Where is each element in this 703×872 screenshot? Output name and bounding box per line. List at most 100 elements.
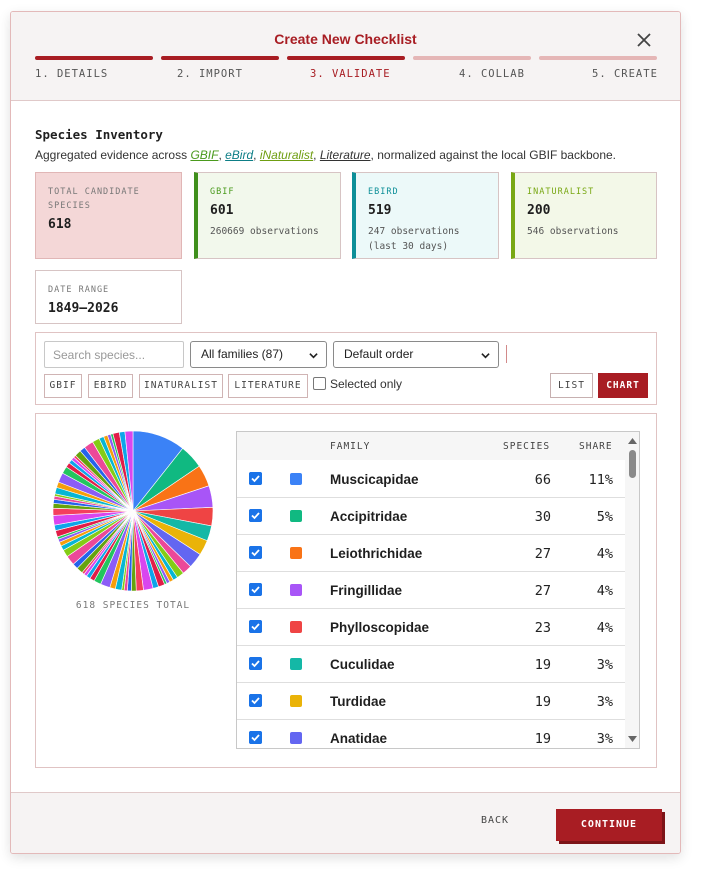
row-species: 66: [534, 472, 551, 488]
scrollbar-thumb[interactable]: [629, 450, 636, 478]
table-row[interactable]: Muscicapidae 66 11%: [237, 461, 625, 498]
section-title: Species Inventory: [35, 127, 163, 142]
row-share: 4%: [596, 546, 613, 562]
scroll-up-icon[interactable]: [628, 437, 637, 444]
row-species: 27: [534, 583, 551, 599]
selected-only-checkbox[interactable]: [313, 377, 326, 390]
source-toggle-inaturalist[interactable]: INATURALIST: [139, 374, 223, 398]
chart-view-button[interactable]: CHART: [598, 373, 648, 398]
row-family: Cuculidae: [330, 657, 395, 672]
table-row[interactable]: Turdidae 19 3%: [237, 683, 625, 720]
row-share: 4%: [596, 620, 613, 636]
section-description: Aggregated evidence across GBIF, eBird , …: [35, 148, 616, 162]
back-button[interactable]: BACK: [481, 815, 509, 826]
color-swatch: [290, 621, 302, 633]
source-toggle-literature[interactable]: LITERATURE: [228, 374, 308, 398]
literature-link[interactable]: Literature: [320, 148, 371, 162]
gbif-link[interactable]: GBIF: [190, 148, 218, 162]
order-select-value: Default order: [344, 347, 414, 361]
row-share: 3%: [596, 657, 613, 673]
row-family: Muscicapidae: [330, 472, 419, 487]
row-share: 5%: [596, 509, 613, 525]
table-header: FAMILY SPECIES SHARE: [237, 432, 625, 460]
desc-sep: ,: [313, 148, 320, 162]
row-family: Leiothrichidae: [330, 546, 423, 561]
row-share: 3%: [596, 731, 613, 747]
list-view-button[interactable]: LIST: [550, 373, 593, 398]
inaturalist-link[interactable]: iNaturalist: [260, 148, 313, 162]
chart-panel: 618 SPECIES TOTAL FAMILY SPECIES SHARE M…: [35, 413, 657, 768]
card-value: 618: [48, 217, 72, 232]
search-input[interactable]: [44, 341, 184, 368]
ebird-link[interactable]: eBird: [225, 148, 253, 162]
row-share: 3%: [596, 694, 613, 710]
card-label: EBIRD: [368, 187, 399, 197]
row-family: Phylloscopidae: [330, 620, 430, 635]
row-species: 27: [534, 546, 551, 562]
source-toggle-ebird[interactable]: EBIRD: [88, 374, 133, 398]
table-row[interactable]: Cuculidae 19 3%: [237, 646, 625, 683]
row-family: Accipitridae: [330, 509, 408, 524]
scroll-down-icon[interactable]: [628, 736, 637, 743]
row-checkbox[interactable]: [249, 694, 262, 707]
table-row[interactable]: Phylloscopidae 23 4%: [237, 609, 625, 646]
row-species: 19: [534, 731, 551, 747]
dialog-header: Create New Checklist 1. DETAILS 2. IMPOR…: [11, 12, 680, 101]
desc-suffix: , normalized against the local GBIF back…: [370, 148, 617, 162]
close-icon[interactable]: [635, 31, 653, 49]
table-row[interactable]: Leiothrichidae 27 4%: [237, 535, 625, 572]
card-value: 1849–2026: [48, 301, 119, 316]
row-species: 19: [534, 694, 551, 710]
row-checkbox[interactable]: [249, 620, 262, 633]
family-select[interactable]: All families (87): [190, 341, 327, 368]
selected-only-toggle[interactable]: Selected only: [313, 377, 402, 391]
table-row[interactable]: Fringillidae 27 4%: [237, 572, 625, 609]
table-row[interactable]: Accipitridae 30 5%: [237, 498, 625, 535]
desc-sep: ,: [253, 148, 260, 162]
step-create[interactable]: 5. CREATE: [539, 56, 657, 86]
step-bar: [287, 56, 405, 60]
create-checklist-dialog: Create New Checklist 1. DETAILS 2. IMPOR…: [10, 11, 681, 854]
row-checkbox[interactable]: [249, 731, 262, 744]
inaturalist-card: INATURALIST 200 546 observations: [511, 172, 657, 259]
color-swatch: [290, 695, 302, 707]
step-details[interactable]: 1. DETAILS: [35, 56, 153, 86]
color-swatch: [290, 473, 302, 485]
row-checkbox[interactable]: [249, 546, 262, 559]
step-validate[interactable]: 3. VALIDATE: [287, 56, 405, 86]
step-bar: [161, 56, 279, 60]
row-species: 19: [534, 657, 551, 673]
color-swatch: [290, 547, 302, 559]
table-scrollbar[interactable]: [625, 432, 639, 748]
row-checkbox[interactable]: [249, 509, 262, 522]
step-import[interactable]: 2. IMPORT: [161, 56, 279, 86]
color-swatch: [290, 732, 302, 744]
step-label: 5. CREATE: [592, 68, 658, 80]
row-checkbox[interactable]: [249, 657, 262, 670]
row-share: 11%: [588, 472, 613, 488]
chevron-down-icon: [309, 353, 318, 359]
card-note: 546 observations: [527, 226, 619, 237]
step-collab[interactable]: 4. COLLAB: [413, 56, 531, 86]
gbif-card: GBIF 601 260669 observations: [194, 172, 341, 259]
row-species: 30: [534, 509, 551, 525]
row-checkbox[interactable]: [249, 472, 262, 485]
card-note: 260669 observations: [210, 226, 319, 237]
order-select[interactable]: Default order: [333, 341, 499, 368]
pie-total-label: 618 SPECIES TOTAL: [75, 600, 191, 611]
card-value: 519: [368, 203, 392, 218]
table-row[interactable]: Anatidae 19 3%: [237, 720, 625, 748]
row-checkbox[interactable]: [249, 583, 262, 596]
source-toggle-gbif[interactable]: GBIF: [44, 374, 82, 398]
col-share: SHARE: [579, 441, 613, 452]
step-bar: [35, 56, 153, 60]
family-pie-chart: [52, 430, 214, 592]
color-swatch: [290, 510, 302, 522]
color-swatch: [290, 658, 302, 670]
row-species: 23: [534, 620, 551, 636]
card-label: DATE RANGE: [48, 285, 110, 295]
color-swatch: [290, 584, 302, 596]
continue-button[interactable]: CONTINUE: [556, 809, 662, 841]
selected-only-label: Selected only: [330, 377, 403, 391]
col-species: SPECIES: [503, 441, 551, 452]
